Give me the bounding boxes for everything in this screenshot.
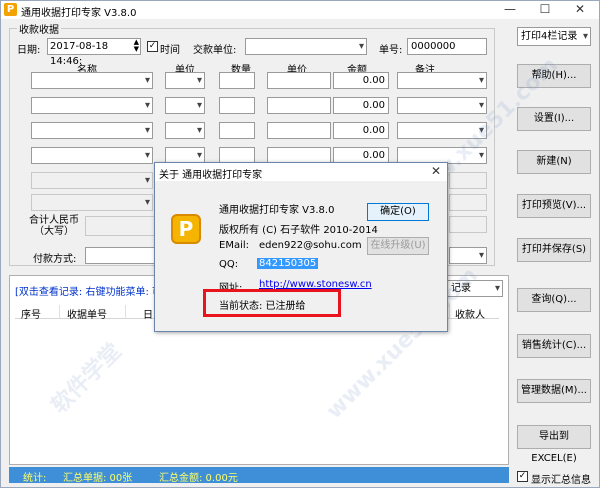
- payment-extra-combo[interactable]: [449, 247, 487, 264]
- print-mode-combo[interactable]: 打印4栏记录: [517, 27, 591, 46]
- upgrade-button[interactable]: 在线升级(U): [367, 237, 429, 255]
- item-qty-field[interactable]: [219, 72, 255, 89]
- status-bar: 统计: 汇总单据: 00张 汇总金额: 0.00元: [9, 467, 509, 484]
- number-label: 单号:: [379, 45, 403, 56]
- records-col-number[interactable]: 收据单号: [67, 306, 107, 321]
- payment-label: 付款方式:: [33, 254, 77, 265]
- item-name-combo[interactable]: [31, 122, 153, 139]
- settings-button[interactable]: 设置(I)...: [517, 107, 591, 131]
- time-label: 时间: [160, 45, 180, 56]
- total-amount-field: [449, 216, 487, 233]
- query-button[interactable]: 查询(Q)...: [517, 288, 591, 312]
- preview-button[interactable]: 打印预览(V)...: [517, 194, 591, 218]
- records-col-payee[interactable]: 收款人: [455, 306, 485, 321]
- date-label: 日期:: [17, 45, 41, 56]
- item-name-combo[interactable]: [31, 194, 153, 211]
- about-copyright: 版权所有 (C) 石子软件 2010-2014: [219, 225, 378, 236]
- total-words-field: [85, 216, 157, 236]
- number-field[interactable]: 0000000: [407, 38, 487, 55]
- maximize-button[interactable]: ☐: [528, 1, 562, 19]
- about-qq-label: QQ:: [219, 259, 239, 270]
- item-qty-field[interactable]: [219, 122, 255, 139]
- item-price-field[interactable]: [267, 97, 331, 114]
- records-filter-combo[interactable]: 记录: [447, 280, 503, 297]
- item-unit-combo[interactable]: [165, 97, 205, 114]
- payer-label: 交款单位:: [193, 45, 237, 56]
- close-icon[interactable]: ✕: [431, 164, 441, 178]
- about-dialog: 关于 通用收据打印专家 ✕ P 通用收据打印专家 V3.8.0 版权所有 (C)…: [154, 162, 448, 332]
- receipt-group-label: 收款收据: [17, 21, 61, 36]
- show-summary-label: 显示汇总信息: [531, 475, 591, 486]
- item-amount-field[interactable]: 0.00: [333, 72, 389, 89]
- total-label: 合计人民币 （大写）: [29, 215, 79, 237]
- about-product: 通用收据打印专家 V3.8.0: [219, 205, 335, 216]
- item-unit-combo[interactable]: [165, 122, 205, 139]
- payer-combo[interactable]: [245, 38, 367, 55]
- payment-field[interactable]: [85, 247, 157, 264]
- item-name-combo[interactable]: [31, 147, 153, 164]
- status-amount: 汇总金额: 0.00元: [159, 473, 238, 484]
- product-logo-icon: P: [171, 214, 201, 244]
- title-bar[interactable]: P 通用收据打印专家 V3.8.0 — ☐ ✕: [1, 1, 599, 19]
- sales-stats-button[interactable]: 销售统计(C)...: [517, 334, 591, 358]
- minimize-button[interactable]: —: [493, 1, 527, 19]
- records-hint: [双击查看记录: 右键功能菜单: 可打: [15, 287, 172, 298]
- new-button[interactable]: 新建(N): [517, 150, 591, 174]
- print-save-button[interactable]: 打印并保存(S): [517, 238, 591, 262]
- item-note-combo[interactable]: [449, 194, 487, 211]
- item-amount-field[interactable]: 0.00: [333, 122, 389, 139]
- status-count: 汇总单据: 00张: [63, 473, 133, 484]
- about-email-value[interactable]: eden922@sohu.com: [259, 240, 362, 251]
- about-dialog-title-bar[interactable]: 关于 通用收据打印专家 ✕: [155, 163, 447, 181]
- window-title: 通用收据打印专家 V3.8.0: [21, 8, 137, 19]
- export-excel-button[interactable]: 导出到EXCEL(E): [517, 425, 591, 464]
- records-col-index[interactable]: 序号: [21, 306, 41, 321]
- highlight-box: [203, 289, 341, 317]
- item-note-combo[interactable]: [397, 122, 487, 139]
- item-note-combo[interactable]: [397, 97, 487, 114]
- item-amount-field[interactable]: 0.00: [333, 97, 389, 114]
- about-qq-value[interactable]: 842150305: [257, 258, 319, 269]
- app-icon: P: [4, 3, 17, 16]
- item-price-field[interactable]: [267, 122, 331, 139]
- manage-data-button[interactable]: 管理数据(M)...: [517, 379, 591, 403]
- status-prefix: 统计:: [23, 473, 47, 484]
- item-note-combo[interactable]: [449, 172, 487, 189]
- item-name-combo[interactable]: [31, 172, 153, 189]
- item-unit-combo[interactable]: [165, 72, 205, 89]
- help-button[interactable]: 帮助(H)...: [517, 64, 591, 88]
- about-email-label: EMail:: [219, 240, 249, 251]
- close-button[interactable]: ✕: [563, 1, 597, 19]
- time-checkbox[interactable]: ✓: [147, 41, 158, 52]
- date-spinner-icon[interactable]: ▲ ▼: [134, 39, 139, 53]
- records-col-date[interactable]: 日: [143, 306, 153, 321]
- date-field[interactable]: 2017-08-18 14:46: ▲ ▼: [47, 38, 141, 67]
- item-qty-field[interactable]: [219, 97, 255, 114]
- item-name-combo[interactable]: [31, 72, 153, 89]
- about-dialog-title: 关于 通用收据打印专家: [159, 170, 263, 181]
- ok-button[interactable]: 确定(O): [367, 203, 429, 221]
- item-note-combo[interactable]: [397, 72, 487, 89]
- item-price-field[interactable]: [267, 72, 331, 89]
- show-summary-checkbox[interactable]: ✓: [517, 471, 528, 482]
- item-name-combo[interactable]: [31, 97, 153, 114]
